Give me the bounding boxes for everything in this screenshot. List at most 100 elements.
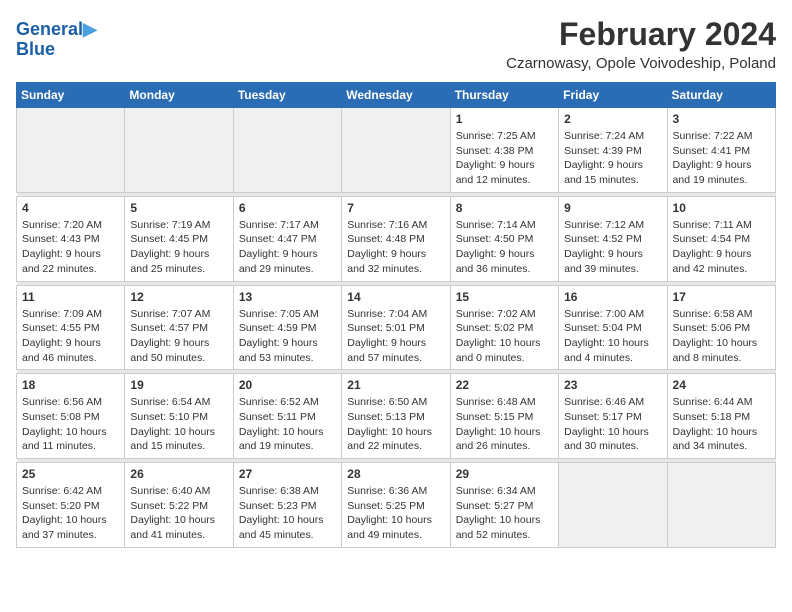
calendar-cell: 16 Sunrise: 7:00 AMSunset: 5:04 PMDayligh… [559, 285, 667, 370]
calendar-cell: 11 Sunrise: 7:09 AMSunset: 4:55 PMDayligh… [17, 285, 125, 370]
day-info: Sunrise: 7:02 AMSunset: 5:02 PMDaylight:… [456, 307, 553, 366]
day-info: Sunrise: 6:54 AMSunset: 5:10 PMDaylight:… [130, 395, 227, 454]
day-info: Sunrise: 6:52 AMSunset: 5:11 PMDaylight:… [239, 395, 336, 454]
calendar-cell: 4 Sunrise: 7:20 AMSunset: 4:43 PMDaylight… [17, 196, 125, 281]
month-title: February 2024 [506, 16, 776, 53]
day-info: Sunrise: 7:05 AMSunset: 4:59 PMDaylight:… [239, 307, 336, 366]
day-info: Sunrise: 6:58 AMSunset: 5:06 PMDaylight:… [673, 307, 770, 366]
day-info: Sunrise: 6:40 AMSunset: 5:22 PMDaylight:… [130, 484, 227, 543]
day-info: Sunrise: 7:20 AMSunset: 4:43 PMDaylight:… [22, 218, 119, 277]
logo: General▶ Blue [16, 20, 97, 60]
day-info: Sunrise: 7:11 AMSunset: 4:54 PMDaylight:… [673, 218, 770, 277]
day-number: 23 [564, 378, 661, 392]
weekday-header: Saturday [667, 83, 775, 108]
day-info: Sunrise: 7:17 AMSunset: 4:47 PMDaylight:… [239, 218, 336, 277]
day-info: Sunrise: 7:16 AMSunset: 4:48 PMDaylight:… [347, 218, 444, 277]
calendar-cell [17, 108, 125, 193]
calendar-cell: 22 Sunrise: 6:48 AMSunset: 5:15 PMDayligh… [450, 374, 558, 459]
day-number: 21 [347, 378, 444, 392]
day-number: 22 [456, 378, 553, 392]
day-number: 18 [22, 378, 119, 392]
day-number: 19 [130, 378, 227, 392]
day-number: 16 [564, 290, 661, 304]
calendar-cell [125, 108, 233, 193]
weekday-header: Wednesday [342, 83, 450, 108]
calendar-cell: 3Sunrise: 7:22 AMSunset: 4:41 PMDaylight… [667, 108, 775, 193]
weekday-header: Tuesday [233, 83, 341, 108]
day-info: Sunrise: 7:07 AMSunset: 4:57 PMDaylight:… [130, 307, 227, 366]
calendar-cell: 17 Sunrise: 6:58 AMSunset: 5:06 PMDayligh… [667, 285, 775, 370]
calendar-cell [233, 108, 341, 193]
day-number: 1 [456, 112, 553, 126]
day-info: Sunrise: 6:44 AMSunset: 5:18 PMDaylight:… [673, 395, 770, 454]
day-number: 17 [673, 290, 770, 304]
calendar-cell: 9Sunrise: 7:12 AMSunset: 4:52 PMDaylight… [559, 196, 667, 281]
day-number: 13 [239, 290, 336, 304]
calendar-cell: 2Sunrise: 7:24 AMSunset: 4:39 PMDaylight… [559, 108, 667, 193]
day-info: Sunrise: 7:24 AMSunset: 4:39 PMDaylight:… [564, 129, 661, 188]
calendar-cell: 25 Sunrise: 6:42 AMSunset: 5:20 PMDayligh… [17, 463, 125, 548]
weekday-header: Monday [125, 83, 233, 108]
location-title: Czarnowasy, Opole Voivodeship, Poland [506, 55, 776, 72]
calendar-table: SundayMondayTuesdayWednesdayThursdayFrid… [16, 82, 776, 548]
calendar-week-row: 18 Sunrise: 6:56 AMSunset: 5:08 PMDayligh… [17, 374, 776, 459]
weekday-header: Sunday [17, 83, 125, 108]
day-number: 11 [22, 290, 119, 304]
day-number: 29 [456, 467, 553, 481]
day-number: 4 [22, 201, 119, 215]
calendar-cell: 12 Sunrise: 7:07 AMSunset: 4:57 PMDayligh… [125, 285, 233, 370]
calendar-cell: 8 Sunrise: 7:14 AMSunset: 4:50 PMDaylight… [450, 196, 558, 281]
day-info: Sunrise: 6:36 AMSunset: 5:25 PMDaylight:… [347, 484, 444, 543]
day-info: Sunrise: 7:04 AMSunset: 5:01 PMDaylight:… [347, 307, 444, 366]
calendar-cell: 23 Sunrise: 6:46 AMSunset: 5:17 PMDayligh… [559, 374, 667, 459]
calendar-cell: 13 Sunrise: 7:05 AMSunset: 4:59 PMDayligh… [233, 285, 341, 370]
day-number: 26 [130, 467, 227, 481]
logo-text: General▶ Blue [16, 20, 97, 60]
day-info: Sunrise: 7:00 AMSunset: 5:04 PMDaylight:… [564, 307, 661, 366]
day-number: 10 [673, 201, 770, 215]
day-number: 24 [673, 378, 770, 392]
calendar-cell: 18 Sunrise: 6:56 AMSunset: 5:08 PMDayligh… [17, 374, 125, 459]
day-info: Sunrise: 7:25 AMSunset: 4:38 PMDaylight:… [456, 129, 553, 188]
calendar-cell: 14Sunrise: 7:04 AMSunset: 5:01 PMDayligh… [342, 285, 450, 370]
calendar-cell [342, 108, 450, 193]
calendar-week-row: 1 Sunrise: 7:25 AMSunset: 4:38 PMDaylight… [17, 108, 776, 193]
calendar-cell [559, 463, 667, 548]
weekday-header: Friday [559, 83, 667, 108]
calendar-cell [667, 463, 775, 548]
day-info: Sunrise: 6:46 AMSunset: 5:17 PMDaylight:… [564, 395, 661, 454]
day-number: 7 [347, 201, 444, 215]
calendar-cell: 29 Sunrise: 6:34 AMSunset: 5:27 PMDayligh… [450, 463, 558, 548]
calendar-cell: 28 Sunrise: 6:36 AMSunset: 5:25 PMDayligh… [342, 463, 450, 548]
day-number: 12 [130, 290, 227, 304]
weekday-header: Thursday [450, 83, 558, 108]
day-info: Sunrise: 6:48 AMSunset: 5:15 PMDaylight:… [456, 395, 553, 454]
day-number: 9 [564, 201, 661, 215]
calendar-cell: 21Sunrise: 6:50 AMSunset: 5:13 PMDayligh… [342, 374, 450, 459]
day-info: Sunrise: 6:56 AMSunset: 5:08 PMDaylight:… [22, 395, 119, 454]
day-info: Sunrise: 6:42 AMSunset: 5:20 PMDaylight:… [22, 484, 119, 543]
day-number: 25 [22, 467, 119, 481]
day-number: 15 [456, 290, 553, 304]
calendar-cell: 6Sunrise: 7:17 AMSunset: 4:47 PMDaylight… [233, 196, 341, 281]
calendar-cell: 5 Sunrise: 7:19 AMSunset: 4:45 PMDaylight… [125, 196, 233, 281]
calendar-cell: 26 Sunrise: 6:40 AMSunset: 5:22 PMDayligh… [125, 463, 233, 548]
page-header: General▶ Blue February 2024 Czarnowasy, … [16, 16, 776, 72]
day-info: Sunrise: 6:38 AMSunset: 5:23 PMDaylight:… [239, 484, 336, 543]
day-info: Sunrise: 7:22 AMSunset: 4:41 PMDaylight:… [673, 129, 770, 188]
calendar-cell: 19 Sunrise: 6:54 AMSunset: 5:10 PMDayligh… [125, 374, 233, 459]
day-number: 28 [347, 467, 444, 481]
calendar-cell: 24 Sunrise: 6:44 AMSunset: 5:18 PMDayligh… [667, 374, 775, 459]
calendar-cell: 15 Sunrise: 7:02 AMSunset: 5:02 PMDayligh… [450, 285, 558, 370]
day-number: 5 [130, 201, 227, 215]
calendar-week-row: 4 Sunrise: 7:20 AMSunset: 4:43 PMDaylight… [17, 196, 776, 281]
day-info: Sunrise: 7:09 AMSunset: 4:55 PMDaylight:… [22, 307, 119, 366]
day-info: Sunrise: 6:34 AMSunset: 5:27 PMDaylight:… [456, 484, 553, 543]
calendar-cell: 27Sunrise: 6:38 AMSunset: 5:23 PMDayligh… [233, 463, 341, 548]
day-number: 20 [239, 378, 336, 392]
day-number: 8 [456, 201, 553, 215]
calendar-cell: 1 Sunrise: 7:25 AMSunset: 4:38 PMDaylight… [450, 108, 558, 193]
day-info: Sunrise: 7:14 AMSunset: 4:50 PMDaylight:… [456, 218, 553, 277]
day-info: Sunrise: 7:19 AMSunset: 4:45 PMDaylight:… [130, 218, 227, 277]
calendar-cell: 7 Sunrise: 7:16 AMSunset: 4:48 PMDaylight… [342, 196, 450, 281]
